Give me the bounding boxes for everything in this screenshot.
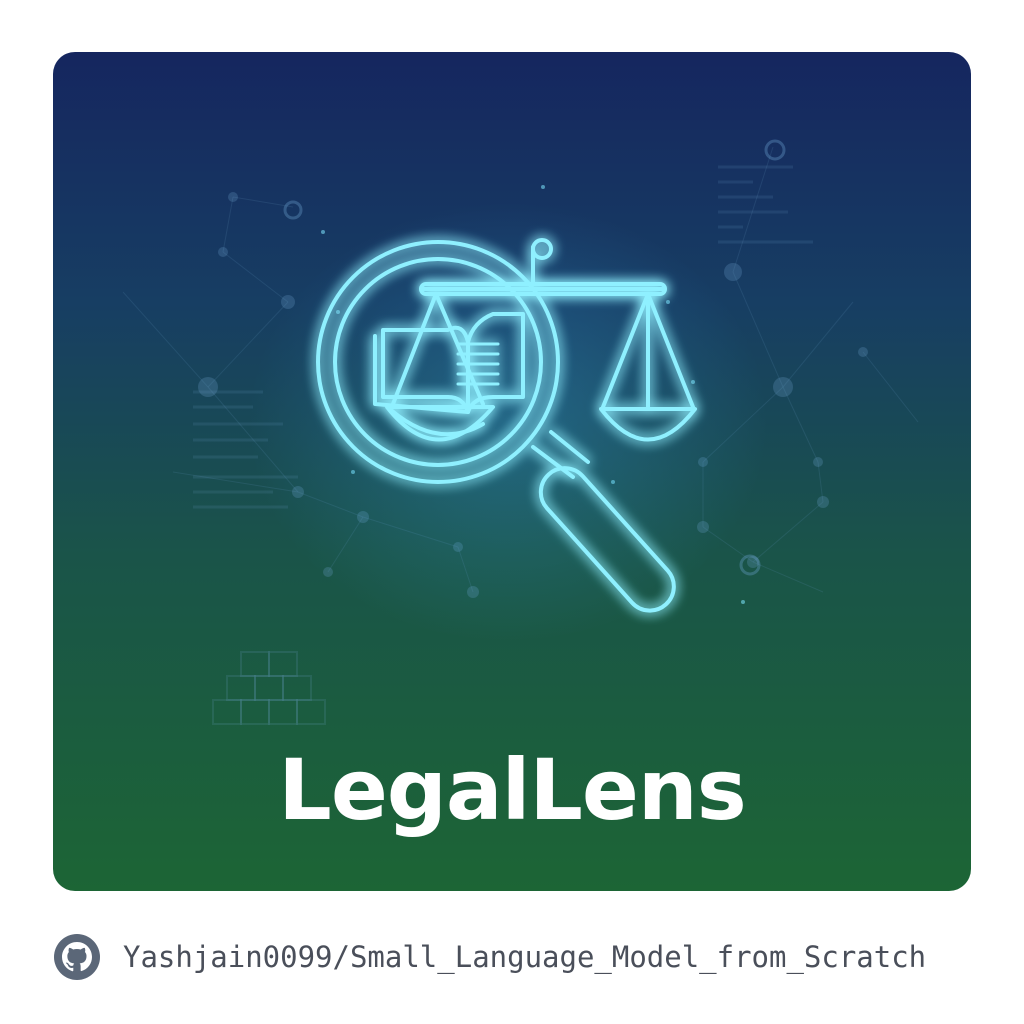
repo-footer: Yashjain0099/Small_Language_Model_from_S…	[53, 932, 926, 982]
brick-pattern	[212, 651, 326, 725]
repo-link[interactable]: Yashjain0099/Small_Language_Model_from_S…	[123, 940, 926, 974]
app-title: LegalLens	[278, 741, 746, 839]
page: LegalLens Yashjain0099/Small_Language_Mo…	[0, 0, 1024, 1024]
cover-card: LegalLens	[53, 52, 971, 891]
github-icon[interactable]	[53, 933, 101, 981]
